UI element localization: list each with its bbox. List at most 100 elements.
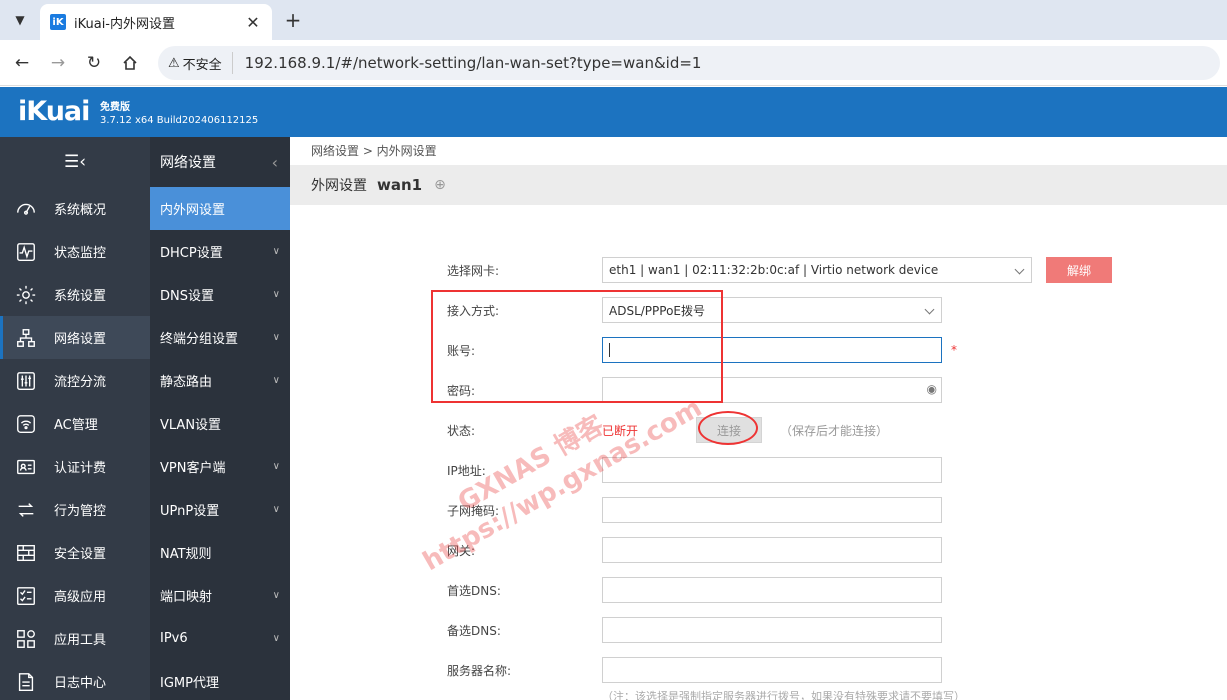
connect-hint: （保存后才能连接） (780, 423, 889, 438)
back-icon[interactable]: ← (10, 51, 34, 75)
gateway-input[interactable] (602, 537, 942, 563)
submenu-item-8[interactable]: NAT规则 (150, 531, 290, 574)
unbind-button[interactable]: 解绑 (1046, 257, 1112, 283)
sidebar-item-11[interactable]: 日志中心 (0, 660, 150, 700)
server-input[interactable] (602, 657, 942, 683)
annotation-oval (698, 411, 758, 445)
app-header: iKuai 免费版 3.7.12 x64 Build202406112125 (0, 87, 1227, 137)
submenu-item-1[interactable]: DHCP设置 ∨ (150, 230, 290, 273)
submenu-item-4[interactable]: 静态路由 ∨ (150, 359, 290, 402)
dns2-row: 备选DNS: (447, 617, 942, 643)
submenu-item-7[interactable]: UPnP设置 ∨ (150, 488, 290, 531)
add-circle-icon[interactable]: ⊕ (434, 177, 446, 193)
eye-icon[interactable]: ◉ (927, 382, 937, 396)
sidebar-item-label: 网络设置 (54, 332, 107, 347)
build-label: 3.7.12 x64 Build202406112125 (100, 115, 259, 126)
chevron-down-icon: ∨ (272, 633, 280, 644)
submenu-item-label: UPnP设置 (160, 504, 220, 519)
collapse-icon[interactable]: ‹ (272, 153, 278, 172)
chevron-down-icon: ∨ (272, 461, 280, 472)
sidebar-item-5[interactable]: AC管理 (0, 402, 150, 445)
submenu-item-9[interactable]: 端口映射 ∨ (150, 574, 290, 617)
address-bar: ← → ↻ ⚠ 不安全 192.168.9.1/#/network-settin… (0, 40, 1227, 86)
id-card-icon (14, 455, 38, 479)
security-chip[interactable]: ⚠ 不安全 (168, 52, 233, 74)
sliders-icon (14, 369, 38, 393)
submenu-item-label: 内外网设置 (160, 203, 226, 218)
sidebar-item-label: 流控分流 (54, 375, 107, 390)
new-tab-button[interactable]: + (282, 9, 304, 31)
submenu-item-label: NAT规则 (160, 547, 212, 562)
server-label: 服务器名称: (447, 663, 512, 678)
submenu-item-label: 端口映射 (160, 590, 213, 605)
sidebar-item-7[interactable]: 行为管控 (0, 488, 150, 531)
primary-sidebar: ☰‹ 系统概况 状态监控 系统设置网络设置流控分流 AC管理 认证计费行为管控安全设置高… (0, 137, 150, 700)
sidebar-item-8[interactable]: 安全设置 (0, 531, 150, 574)
sidebar-item-1[interactable]: 状态监控 (0, 230, 150, 273)
sidebar-item-9[interactable]: 高级应用 (0, 574, 150, 617)
submenu-item-label: IPv6 (160, 631, 188, 646)
log-icon (14, 670, 38, 694)
nic-label: 选择网卡: (447, 263, 500, 278)
dns1-row: 首选DNS: (447, 577, 942, 603)
network-icon (14, 326, 38, 350)
favicon-icon: iK (50, 14, 66, 30)
edition-label: 免费版 (100, 102, 130, 113)
sidebar-item-label: 应用工具 (54, 633, 107, 648)
gear-icon (14, 283, 38, 307)
submenu-item-label: DHCP设置 (160, 246, 223, 261)
chevron-down-icon: ▼ (15, 13, 25, 27)
required-mark: * (951, 343, 957, 357)
submenu-item-0[interactable]: 内外网设置 (150, 187, 290, 230)
submenu-item-6[interactable]: VPN客户端 ∨ (150, 445, 290, 488)
sidebar-item-label: 行为管控 (54, 504, 107, 519)
submenu-item-11[interactable]: IGMP代理 (150, 660, 290, 700)
secondary-sidebar: 网络设置 ‹ 内外网设置 DHCP设置 ∨ DNS设置 ∨ 终端分组设置 ∨ 静态路由 ∨ VLA… (150, 137, 290, 700)
reload-icon[interactable]: ↻ (82, 51, 106, 75)
dns2-input[interactable] (602, 617, 942, 643)
submenu-item-3[interactable]: 终端分组设置 ∨ (150, 316, 290, 359)
warning-icon: ⚠ (168, 55, 180, 71)
dns1-label: 首选DNS: (447, 583, 501, 598)
insecure-label: 不安全 (182, 57, 222, 73)
nic-select[interactable]: eth1 | wan1 | 02:11:32:2b:0c:af | Virtio… (602, 257, 1032, 283)
sidebar-item-10[interactable]: 应用工具 (0, 617, 150, 660)
chevron-down-icon: ∨ (272, 590, 280, 601)
nic-value: eth1 | wan1 | 02:11:32:2b:0c:af | Virtio… (609, 263, 939, 277)
chevron-down-icon: ∨ (272, 375, 280, 386)
url-text[interactable]: 192.168.9.1/#/network-setting/lan-wan-se… (245, 54, 702, 72)
wifi-icon (14, 412, 38, 436)
checklist-icon (14, 584, 38, 608)
breadcrumb: 网络设置 > 内外网设置 (290, 137, 1227, 165)
tab-title: iKuai-内外网设置 (74, 16, 175, 32)
nic-row: 选择网卡: eth1 | wan1 | 02:11:32:2b:0c:af | … (447, 257, 1032, 283)
sidebar-item-0[interactable]: 系统概况 (0, 187, 150, 230)
interface-name: wan1 (377, 176, 423, 194)
ip-input[interactable] (602, 457, 942, 483)
submenu-header[interactable]: 网络设置 ‹ (150, 137, 290, 187)
submenu-item-10[interactable]: IPv6 ∨ (150, 617, 290, 660)
home-icon[interactable] (118, 51, 142, 75)
sidebar-item-3[interactable]: 网络设置 (0, 316, 150, 359)
forward-icon[interactable]: → (46, 51, 70, 75)
dashboard-icon (14, 197, 38, 221)
pulse-icon (14, 240, 38, 264)
dns1-input[interactable] (602, 577, 942, 603)
tab-search-button[interactable]: ▼ (8, 8, 32, 32)
submenu-item-2[interactable]: DNS设置 ∨ (150, 273, 290, 316)
dns2-label: 备选DNS: (447, 623, 501, 638)
browser-tab[interactable]: iK iKuai-内外网设置 ✕ (40, 4, 272, 40)
sidebar-item-2[interactable]: 系统设置 (0, 273, 150, 316)
sidebar-item-4[interactable]: 流控分流 (0, 359, 150, 402)
gateway-row: 网关: (447, 537, 942, 563)
mask-input[interactable] (602, 497, 942, 523)
sidebar-item-6[interactable]: 认证计费 (0, 445, 150, 488)
omnibox[interactable]: ⚠ 不安全 192.168.9.1/#/network-setting/lan-… (158, 46, 1220, 80)
server-note: （注：该选择是强制指定服务器进行拨号，如果没有特殊要求请不要填写） (602, 690, 965, 700)
submenu-item-5[interactable]: VLAN设置 (150, 402, 290, 445)
close-icon[interactable]: ✕ (244, 13, 262, 32)
submenu-item-label: VLAN设置 (160, 418, 222, 433)
submenu-item-label: DNS设置 (160, 289, 214, 304)
chevron-down-icon: ∨ (272, 332, 280, 343)
menu-toggle-icon[interactable]: ☰‹ (0, 137, 150, 187)
